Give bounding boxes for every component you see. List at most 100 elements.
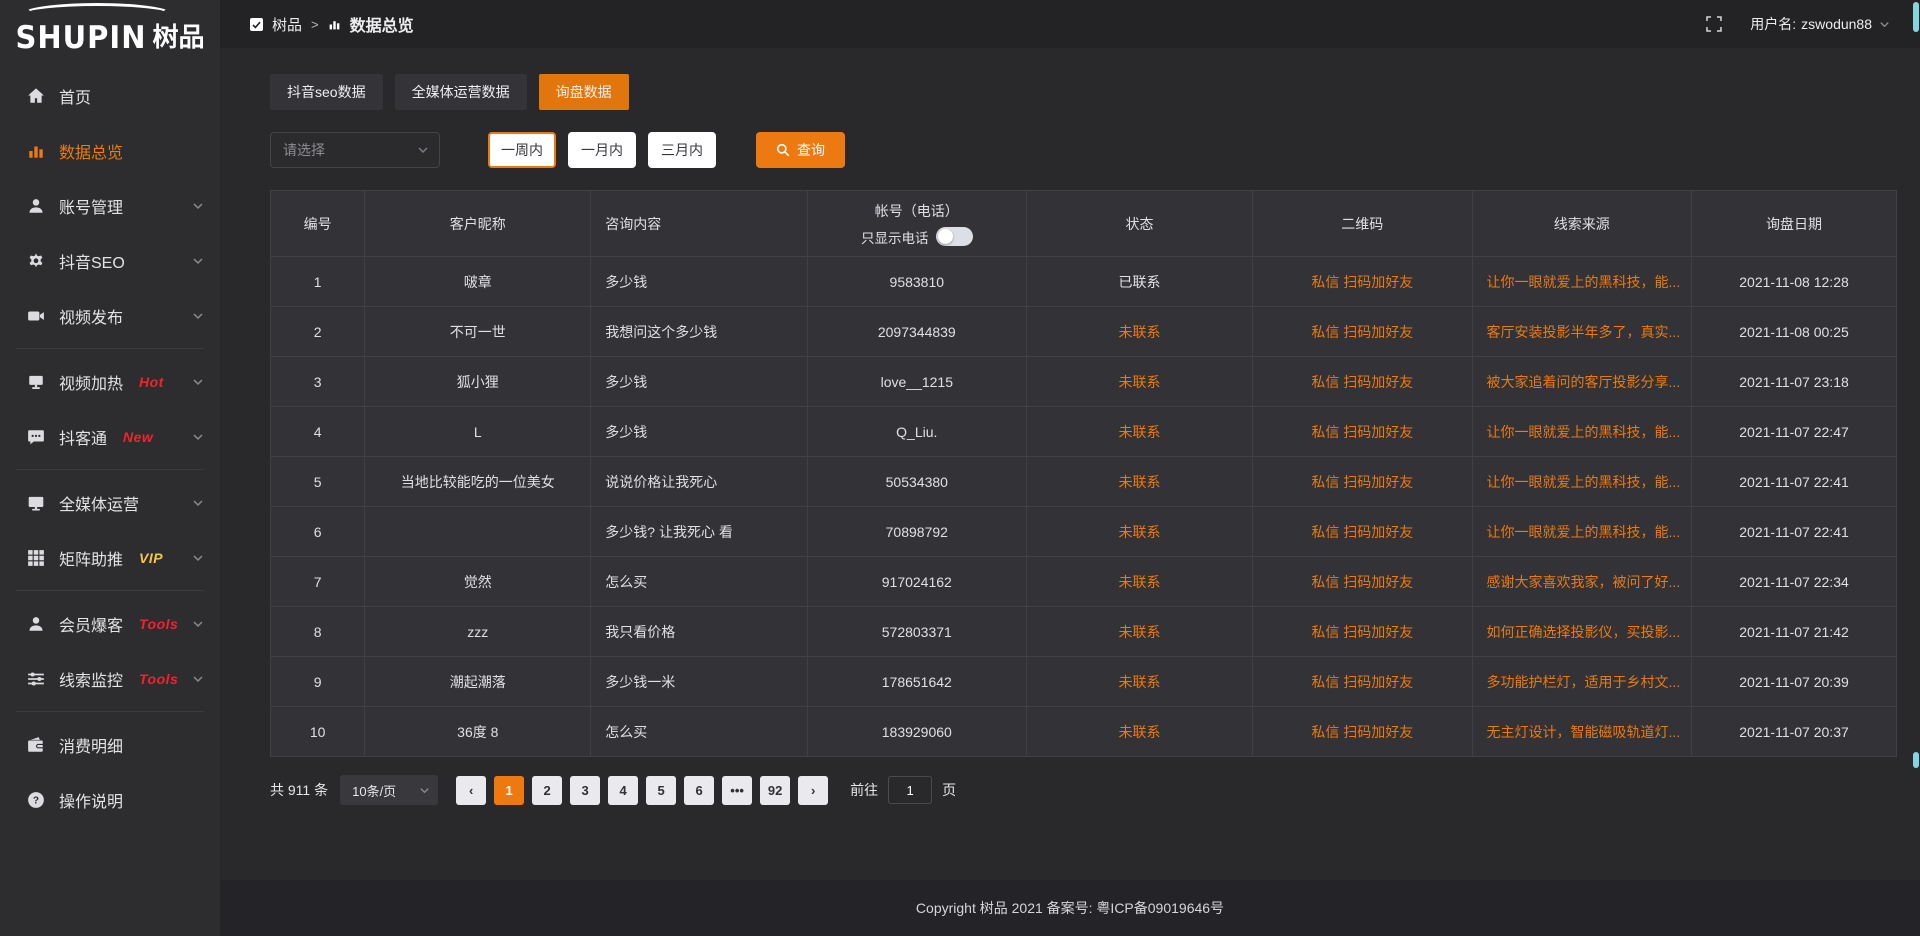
goto-page-input[interactable] xyxy=(888,776,932,804)
search-button-label: 查询 xyxy=(797,140,825,160)
cell-qrcode[interactable]: 私信 扫码加好友 xyxy=(1253,607,1473,657)
sidebar-item-label: 视频加热 xyxy=(59,370,123,394)
sidebar-item-douketong[interactable]: 抖客通New xyxy=(0,409,220,464)
phone-only-toggle[interactable] xyxy=(936,227,973,246)
cell-qrcode[interactable]: 私信 扫码加好友 xyxy=(1253,407,1473,457)
screen-icon xyxy=(26,372,45,391)
cell-source[interactable]: 如何正确选择投影仪，买投影... xyxy=(1472,607,1692,657)
user-menu[interactable]: 用户名: zswodun88 xyxy=(1750,14,1890,34)
cell-status: 未联系 xyxy=(1027,607,1253,657)
home-icon xyxy=(26,86,45,105)
cell-date: 2021-11-08 00:25 xyxy=(1692,307,1897,357)
tab-inquiry-data[interactable]: 询盘数据 xyxy=(539,74,629,110)
sidebar-item-data-overview[interactable]: 数据总览 xyxy=(0,123,220,178)
tab-douyin-seo-data[interactable]: 抖音seo数据 xyxy=(270,74,383,110)
breadcrumb-root-icon xyxy=(250,18,263,31)
cell-nickname: 狐小狸 xyxy=(365,357,591,407)
sidebar-item-badge: New xyxy=(123,429,153,445)
scrollbar-thumb[interactable] xyxy=(1913,2,1919,32)
cell-qrcode[interactable]: 私信 扫码加好友 xyxy=(1253,657,1473,707)
page-button-92[interactable]: 92 xyxy=(760,776,790,805)
col-header-source: 线索来源 xyxy=(1472,191,1692,257)
sidebar-divider xyxy=(16,590,204,591)
cell-nickname: 不可一世 xyxy=(365,307,591,357)
cell-qrcode[interactable]: 私信 扫码加好友 xyxy=(1253,307,1473,357)
cell-id: 10 xyxy=(271,707,365,757)
page-size-select[interactable]: 10条/页 xyxy=(340,775,438,805)
cell-account: 572803371 xyxy=(807,607,1027,657)
table-row: 7觉然怎么买917024162未联系私信 扫码加好友感谢大家喜欢我家，被问了好.… xyxy=(271,557,1897,607)
page-size-value: 10条/页 xyxy=(352,781,396,800)
sidebar-item-douyin-seo[interactable]: 抖音SEO xyxy=(0,233,220,288)
cell-qrcode[interactable]: 私信 扫码加好友 xyxy=(1253,507,1473,557)
sidebar-item-clue-monitor[interactable]: 线索监控Tools xyxy=(0,651,220,706)
sidebar-item-video-publish[interactable]: 视频发布 xyxy=(0,288,220,343)
cell-id: 2 xyxy=(271,307,365,357)
cell-source[interactable]: 被大家追着问的客厅投影分享... xyxy=(1472,357,1692,407)
sidebar-item-member-baoke[interactable]: 会员爆客Tools xyxy=(0,596,220,651)
range-button-1[interactable]: 一周内 xyxy=(488,132,556,168)
cell-source[interactable]: 多功能护栏灯，适用于乡村文... xyxy=(1472,657,1692,707)
page-button-5[interactable]: 5 xyxy=(646,776,676,805)
cell-status: 未联系 xyxy=(1027,357,1253,407)
filter-select[interactable]: 请选择 xyxy=(270,132,440,168)
page-ellipsis-button[interactable]: ••• xyxy=(722,776,752,805)
cell-source[interactable]: 客厅安装投影半年多了，真实... xyxy=(1472,307,1692,357)
cell-qrcode[interactable]: 私信 扫码加好友 xyxy=(1253,257,1473,307)
sidebar-item-media-operation[interactable]: 全媒体运营 xyxy=(0,475,220,530)
username-value: zswodun88 xyxy=(1801,16,1872,32)
sidebar-item-home[interactable]: 首页 xyxy=(0,68,220,123)
svg-text:?: ? xyxy=(32,795,38,806)
cell-account: 70898792 xyxy=(807,507,1027,557)
sidebar-item-consumption-detail[interactable]: 消费明细 xyxy=(0,717,220,772)
cell-source[interactable]: 让你一眼就爱上的黑科技，能... xyxy=(1472,407,1692,457)
sidebar-item-badge: Tools xyxy=(139,671,178,687)
next-page-button[interactable]: › xyxy=(798,776,828,805)
cell-source[interactable]: 无主灯设计，智能磁吸轨道灯... xyxy=(1472,707,1692,757)
sidebar-item-label: 首页 xyxy=(59,84,91,108)
page-button-3[interactable]: 3 xyxy=(570,776,600,805)
goto-page: 前往 页 xyxy=(850,776,956,804)
cell-content: 怎么买 xyxy=(591,707,807,757)
page-button-1[interactable]: 1 xyxy=(494,776,524,805)
tab-media-operation-data[interactable]: 全媒体运营数据 xyxy=(395,74,527,110)
sidebar-item-operation-guide[interactable]: ?操作说明 xyxy=(0,772,220,827)
cell-content: 多少钱 xyxy=(591,257,807,307)
cell-date: 2021-11-07 23:18 xyxy=(1692,357,1897,407)
cell-qrcode[interactable]: 私信 扫码加好友 xyxy=(1253,557,1473,607)
sidebar-item-video-heat[interactable]: 视频加热Hot xyxy=(0,354,220,409)
sidebar-item-account-management[interactable]: 账号管理 xyxy=(0,178,220,233)
sidebar-item-badge: VIP xyxy=(139,550,163,566)
cell-source[interactable]: 让你一眼就爱上的黑科技，能... xyxy=(1472,257,1692,307)
fullscreen-icon[interactable] xyxy=(1706,16,1722,32)
filter-bar: 请选择 一周内一月内三月内 查询 xyxy=(270,132,1897,168)
cell-source[interactable]: 让你一眼就爱上的黑科技，能... xyxy=(1472,507,1692,557)
cell-source[interactable]: 感谢大家喜欢我家，被问了好... xyxy=(1472,557,1692,607)
logo-text-en: SHUPIN xyxy=(15,19,146,56)
cell-qrcode[interactable]: 私信 扫码加好友 xyxy=(1253,457,1473,507)
cell-status: 未联系 xyxy=(1027,407,1253,457)
prev-page-button[interactable]: ‹ xyxy=(456,776,486,805)
cell-date: 2021-11-07 21:42 xyxy=(1692,607,1897,657)
cell-date: 2021-11-07 22:34 xyxy=(1692,557,1897,607)
sidebar-divider xyxy=(16,348,204,349)
scrollbar-thumb[interactable] xyxy=(1913,752,1919,768)
breadcrumb-root[interactable]: 树品 xyxy=(272,14,302,35)
cell-date: 2021-11-07 22:41 xyxy=(1692,457,1897,507)
page-button-6[interactable]: 6 xyxy=(684,776,714,805)
cell-qrcode[interactable]: 私信 扫码加好友 xyxy=(1253,357,1473,407)
page-button-2[interactable]: 2 xyxy=(532,776,562,805)
cell-nickname xyxy=(365,507,591,557)
sidebar-item-matrix-boost[interactable]: 矩阵助推VIP xyxy=(0,530,220,585)
cell-date: 2021-11-08 12:28 xyxy=(1692,257,1897,307)
range-button-3[interactable]: 三月内 xyxy=(648,132,716,168)
breadcrumb-current: 数据总览 xyxy=(350,12,414,36)
cell-source[interactable]: 让你一眼就爱上的黑科技，能... xyxy=(1472,457,1692,507)
page-button-4[interactable]: 4 xyxy=(608,776,638,805)
sidebar-item-label: 账号管理 xyxy=(59,194,123,218)
breadcrumb: 树品 > 数据总览 xyxy=(250,12,414,36)
chevron-down-icon xyxy=(192,310,204,322)
search-button[interactable]: 查询 xyxy=(756,132,845,168)
range-button-2[interactable]: 一月内 xyxy=(568,132,636,168)
cell-qrcode[interactable]: 私信 扫码加好友 xyxy=(1253,707,1473,757)
